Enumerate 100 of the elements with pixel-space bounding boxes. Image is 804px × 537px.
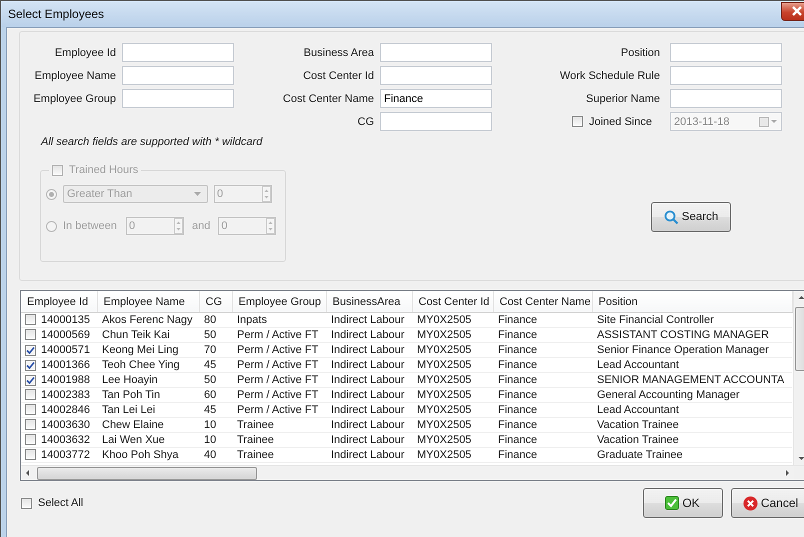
ok-button[interactable]: OK [642,488,722,518]
table-cell: Finance [498,448,538,460]
table-cell: ASSISTANT COSTING MANAGER [597,328,769,340]
table-cell: 50 [204,328,216,340]
table-cell: Lead Accountant [597,404,679,416]
table-cell: MY0X2505 [417,434,472,446]
table-cell: Indirect Labour [331,418,404,430]
table-cell: 14000569 [41,328,90,340]
input-field[interactable] [380,66,492,85]
table-cell: Tan Lei Lei [102,404,156,416]
table-cell: Vacation Trainee [597,418,679,430]
table-cell: Finance [498,314,538,326]
close-button[interactable] [780,2,804,20]
input-field[interactable] [122,89,234,108]
table-cell: Trainee [237,448,274,460]
checkbox-label: Trained Hours [69,164,138,176]
column-header[interactable]: Employee Id [21,291,97,312]
field-label: Superior Name [585,92,660,104]
column-header[interactable]: BusinessArea [326,291,412,312]
table-cell: 60 [204,388,216,400]
table-cell: MY0X2505 [417,404,472,416]
table-cell: Perm / Active FT [237,328,318,340]
table-cell: MY0X2505 [417,328,472,340]
table-cell: Akos Ferenc Nagy [102,314,192,326]
calendar-icon [759,116,778,126]
table-cell: Finance [498,404,538,416]
table-cell: Tan Poh Tin [102,388,160,400]
column-header[interactable]: Cost Center Id [412,291,493,312]
table-cell: Indirect Labour [331,314,404,326]
table-cell: Inpats [237,314,267,326]
table-cell: Finance [498,328,538,340]
field-label: Cost Center Id [302,70,374,82]
table-cell: Indirect Labour [331,434,404,446]
table-cell: Finance [498,344,538,356]
radio-label: In between [63,220,117,232]
table-cell: Keong Mei Ling [102,344,178,356]
table-cell: Perm / Active FT [237,388,318,400]
table-cell: Perm / Active FT [237,344,318,356]
table-cell: Lead Accountant [597,358,679,370]
input-field[interactable] [670,89,782,108]
table-cell: MY0X2505 [417,418,472,430]
column-header[interactable]: CG [199,291,232,312]
table-cell: Indirect Labour [331,448,404,460]
input-field[interactable] [670,66,782,85]
table-cell: Indirect Labour [331,344,404,356]
table-cell: 14002846 [41,404,90,416]
row-checkbox[interactable] [25,404,36,414]
table-cell: 14003772 [41,448,90,460]
table-cell: Perm / Active FT [237,404,318,416]
table-cell: MY0X2505 [417,344,472,356]
row-checkbox[interactable] [25,418,36,430]
table-cell: Indirect Labour [331,328,404,340]
field-label: Cost Center Name [282,92,374,104]
spinner-icon [174,218,183,234]
checkbox[interactable] [21,498,32,508]
table-cell: Lee Hoayin [102,374,158,386]
column-header[interactable]: Employee Name [97,291,199,312]
field-label: Employee Name [34,70,116,82]
field-label: Employee Id [54,46,116,58]
input-field[interactable] [380,112,492,131]
table-cell: Teoh Chee Ying [102,358,180,370]
table-cell: Site Financial Controller [597,314,714,326]
table-cell: 10 [204,418,216,430]
table-cell: Chew Elaine [102,418,164,430]
table-cell: Indirect Labour [331,388,404,400]
cancel-button[interactable]: Cancel [730,488,804,518]
row-checkbox[interactable] [25,374,36,386]
row-checkbox[interactable] [25,360,36,370]
table-cell: MY0X2505 [417,388,472,400]
table-cell: 14003630 [41,418,90,430]
table-cell: General Accounting Manager [597,388,740,400]
table-cell: Finance [498,434,538,446]
row-checkbox[interactable] [25,434,36,444]
input-field[interactable] [670,43,782,62]
input-field[interactable] [122,66,234,85]
row-checkbox[interactable] [25,344,36,356]
table-cell: 14000135 [41,314,90,326]
input-field[interactable] [380,43,492,62]
row-checkbox[interactable] [25,314,36,324]
table-cell: Graduate Trainee [597,448,683,460]
table-cell: MY0X2505 [417,314,472,326]
caret-icon [194,192,201,196]
input-field[interactable]: Finance [380,89,492,108]
table-cell: MY0X2505 [417,448,472,460]
input-field[interactable] [122,43,234,62]
table-cell: Lai Wen Xue [102,434,165,446]
column-header[interactable]: Employee Group [232,291,326,312]
column-header[interactable]: Position [592,291,792,312]
table-cell: Khoo Poh Shya [102,448,178,460]
row-checkbox[interactable] [25,328,36,340]
table-cell: MY0X2505 [417,374,472,386]
row-checkbox[interactable] [25,448,36,460]
search-button[interactable]: Search [651,202,731,232]
table-cell: Indirect Labour [331,358,404,370]
table-cell: 70 [204,344,216,356]
table-cell: MY0X2505 [417,358,472,370]
row-checkbox[interactable] [25,388,36,400]
horizontal-scrollbar[interactable] [21,465,804,480]
column-header[interactable]: Cost Center Name [493,291,592,312]
field-label: Position [620,46,660,58]
